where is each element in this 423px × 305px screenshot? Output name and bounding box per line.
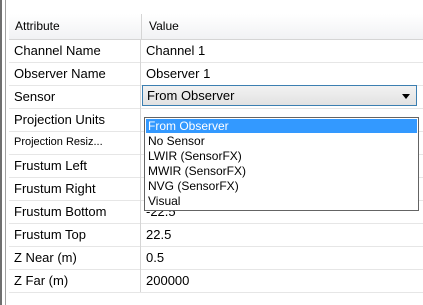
- dropdown-option-lwir[interactable]: LWIR (SensorFX): [146, 149, 417, 163]
- grid-header: Attribute Value: [9, 14, 423, 40]
- header-attribute[interactable]: Attribute: [15, 19, 60, 33]
- header-value[interactable]: Value: [149, 19, 179, 33]
- attr-label: Z Near (m): [9, 246, 141, 269]
- attr-label: Projection Resiz...: [9, 131, 141, 154]
- attr-value[interactable]: 0.5: [146, 246, 164, 269]
- attr-value[interactable]: Channel 1: [146, 39, 205, 62]
- attr-label: Projection Units: [9, 108, 141, 131]
- row-z-near[interactable]: Z Near (m) 0.5: [9, 246, 423, 270]
- header-separator[interactable]: [141, 14, 142, 39]
- attr-label: Frustum Left: [9, 154, 141, 177]
- row-z-far[interactable]: Z Far (m) 200000: [9, 269, 423, 293]
- attr-value[interactable]: 22.5: [146, 223, 171, 246]
- left-border-inner: [5, 0, 6, 305]
- attr-label: Channel Name: [9, 39, 141, 62]
- dropdown-option-no-sensor[interactable]: No Sensor: [146, 134, 417, 148]
- attr-label: Frustum Top: [9, 223, 141, 246]
- attr-value[interactable]: Observer 1: [146, 62, 210, 85]
- dropdown-option-from-observer[interactable]: From Observer: [146, 119, 417, 133]
- left-border: [0, 0, 2, 305]
- attr-label: Z Far (m): [9, 269, 141, 292]
- combo-selected-value: From Observer: [147, 88, 235, 103]
- attr-value[interactable]: 200000: [146, 269, 189, 292]
- dropdown-option-visual[interactable]: Visual: [146, 194, 417, 208]
- attr-label: Sensor: [9, 85, 141, 108]
- row-sensor[interactable]: Sensor From Observer: [9, 85, 423, 109]
- sensor-combobox[interactable]: From Observer: [142, 85, 417, 106]
- chevron-down-icon[interactable]: [402, 94, 410, 99]
- sensor-dropdown-list[interactable]: From Observer No Sensor LWIR (SensorFX) …: [144, 117, 419, 211]
- dropdown-option-mwir[interactable]: MWIR (SensorFX): [146, 164, 417, 178]
- attr-label: Frustum Bottom: [9, 200, 141, 223]
- row-observer-name[interactable]: Observer Name Observer 1: [9, 62, 423, 86]
- attr-label: Observer Name: [9, 62, 141, 85]
- row-frustum-top[interactable]: Frustum Top 22.5: [9, 223, 423, 247]
- dropdown-option-nvg[interactable]: NVG (SensorFX): [146, 179, 417, 193]
- row-channel-name[interactable]: Channel Name Channel 1: [9, 39, 423, 63]
- attr-label: Frustum Right: [9, 177, 141, 200]
